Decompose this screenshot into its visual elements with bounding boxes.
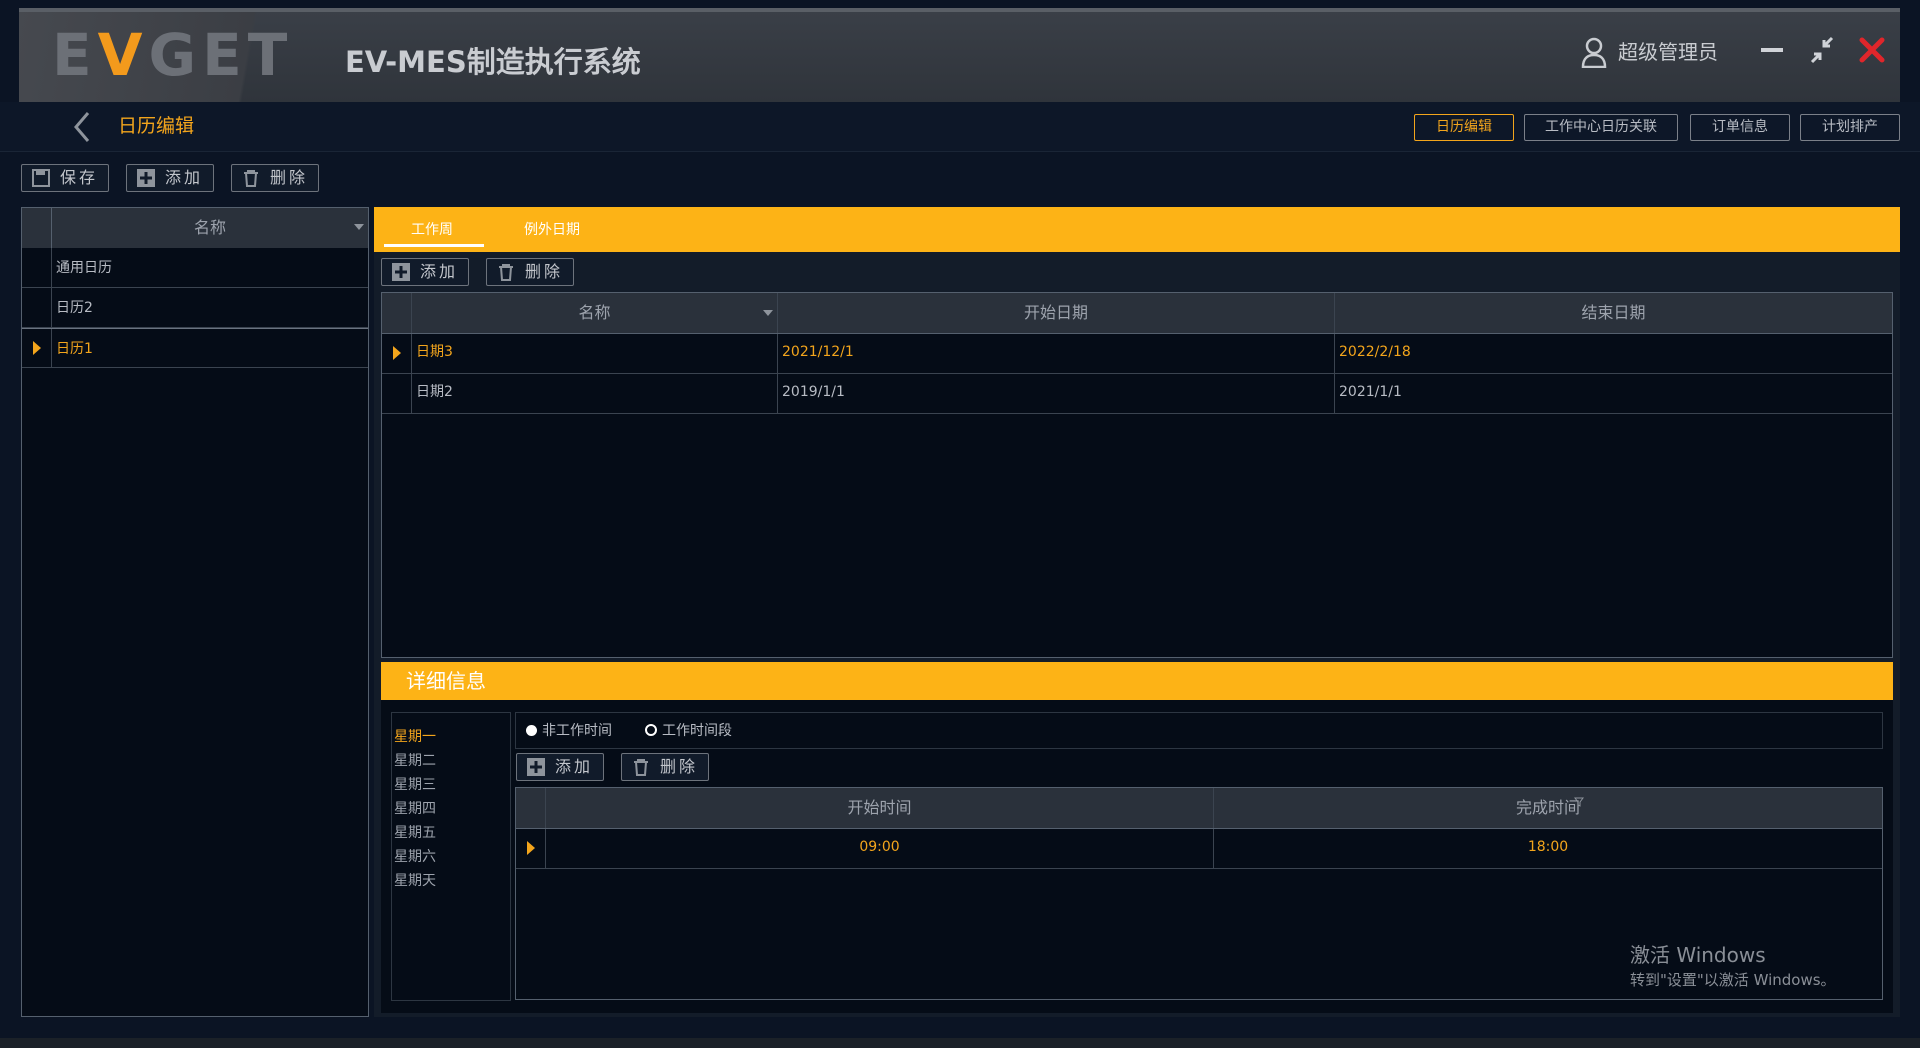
work-week-table: 名称 开始日期 结束日期 日期3 2021/12/1 2022/2/18 日期2… <box>381 292 1893 658</box>
radio-non-working-time[interactable] <box>526 725 537 736</box>
table-cell-start[interactable]: 2019/1/1 <box>782 373 845 411</box>
trash-icon <box>499 264 513 281</box>
back-icon[interactable] <box>70 110 94 144</box>
save-label: 保存 <box>60 168 99 187</box>
add-icon <box>392 263 410 281</box>
save-icon <box>32 169 50 187</box>
sort-down-icon[interactable] <box>354 224 364 230</box>
weekday-item-saturday[interactable]: 星期六 <box>394 848 436 866</box>
add-icon <box>137 169 155 187</box>
calendar-list-panel: 名称 通用日历 日历2 日历1 <box>21 207 369 1017</box>
restore-icon[interactable] <box>1806 34 1838 66</box>
table-cell-end[interactable]: 2022/2/18 <box>1339 333 1411 371</box>
list-item-selected[interactable]: 日历1 <box>22 328 368 368</box>
tab-exception-dates[interactable]: 例外日期 <box>524 220 580 240</box>
add-label: 添加 <box>555 757 594 776</box>
weekday-item-wednesday[interactable]: 星期三 <box>394 776 436 794</box>
filter-icon[interactable] <box>1574 797 1584 807</box>
add-calendar-button[interactable]: 添加 <box>126 164 214 192</box>
add-time-button[interactable]: 添加 <box>516 753 604 781</box>
list-item-label: 日历2 <box>56 300 93 316</box>
user-icon <box>1581 37 1607 68</box>
nav-calendar-edit[interactable]: 日历编辑 <box>1414 114 1514 141</box>
column-header-end-time[interactable]: 完成时间 <box>1214 789 1882 827</box>
list-item[interactable]: 日历2 <box>22 288 368 328</box>
row-selected-icon <box>527 841 535 855</box>
taskbar-strip <box>0 1038 1920 1048</box>
add-label: 添加 <box>420 262 459 281</box>
weekday-item-friday[interactable]: 星期五 <box>394 824 436 842</box>
page-title: 日历编辑 <box>118 115 195 137</box>
minimize-icon[interactable] <box>1756 34 1788 66</box>
trash-icon <box>634 759 648 776</box>
add-label: 添加 <box>165 168 204 187</box>
column-header-start-time[interactable]: 开始时间 <box>546 789 1213 827</box>
list-item-label: 日历1 <box>56 341 93 357</box>
weekday-item-monday[interactable]: 星期一 <box>394 728 436 746</box>
radio-label[interactable]: 工作时间段 <box>662 721 732 741</box>
weekday-item-sunday[interactable]: 星期天 <box>394 872 436 890</box>
sort-down-icon[interactable] <box>763 310 773 316</box>
weekday-item-thursday[interactable]: 星期四 <box>394 800 436 818</box>
windows-activation-title: 激活 Windows <box>1630 943 1766 967</box>
table-cell-end[interactable]: 2021/1/1 <box>1339 373 1402 411</box>
table-cell-name[interactable]: 日期2 <box>416 373 453 411</box>
column-header-start-date[interactable]: 开始日期 <box>778 294 1334 332</box>
delete-time-button[interactable]: 删除 <box>621 753 709 781</box>
tab-bar <box>374 207 1900 252</box>
list-item-label: 通用日历 <box>56 260 112 276</box>
tab-work-week[interactable]: 工作周 <box>411 220 453 240</box>
nav-order-info[interactable]: 订单信息 <box>1690 114 1790 141</box>
column-header-name[interactable]: 名称 <box>412 294 777 332</box>
row-selected-icon <box>393 346 401 360</box>
add-icon <box>527 758 545 776</box>
radio-working-time[interactable] <box>645 724 657 736</box>
table-cell-end-time[interactable]: 18:00 <box>1214 828 1882 866</box>
app-title: EV-MES制造执行系统 <box>345 45 641 79</box>
windows-activation-hint: 转到"设置"以激活 Windows。 <box>1630 971 1836 989</box>
close-icon[interactable] <box>1856 34 1888 66</box>
delete-work-week-button[interactable]: 删除 <box>486 258 574 286</box>
calendar-list-header: 名称 <box>22 208 368 248</box>
work-time-table: 开始时间 完成时间 09:00 18:00 <box>515 787 1883 1000</box>
list-item[interactable]: 通用日历 <box>22 248 368 288</box>
table-cell-start-time[interactable]: 09:00 <box>546 828 1213 866</box>
delete-label: 删除 <box>525 262 564 281</box>
nav-scheduling[interactable]: 计划排产 <box>1800 114 1900 141</box>
nav-workcenter-calendar[interactable]: 工作中心日历关联 <box>1524 114 1678 141</box>
radio-label[interactable]: 非工作时间 <box>542 721 612 741</box>
delete-calendar-button[interactable]: 删除 <box>231 164 319 192</box>
row-selected-icon <box>33 341 41 355</box>
add-work-week-button[interactable]: 添加 <box>381 258 469 286</box>
user-name[interactable]: 超级管理员 <box>1618 38 1718 66</box>
table-cell-start[interactable]: 2021/12/1 <box>782 333 854 371</box>
weekday-list: 星期一 星期二 星期三 星期四 星期五 星期六 星期天 <box>391 712 511 1001</box>
trash-icon <box>244 170 258 187</box>
table-cell-name[interactable]: 日期3 <box>416 333 453 371</box>
detail-section-header: 详细信息 <box>381 662 1893 700</box>
delete-label: 删除 <box>660 757 699 776</box>
column-header-end-date[interactable]: 结束日期 <box>1335 294 1892 332</box>
save-button[interactable]: 保存 <box>21 164 109 192</box>
delete-label: 删除 <box>270 168 309 187</box>
active-tab-indicator <box>384 244 484 247</box>
app-logo: EVGET <box>52 21 294 89</box>
weekday-item-tuesday[interactable]: 星期二 <box>394 752 436 770</box>
column-header-name[interactable]: 名称 <box>52 208 368 248</box>
time-type-radio-group: 非工作时间 工作时间段 <box>515 712 1883 749</box>
